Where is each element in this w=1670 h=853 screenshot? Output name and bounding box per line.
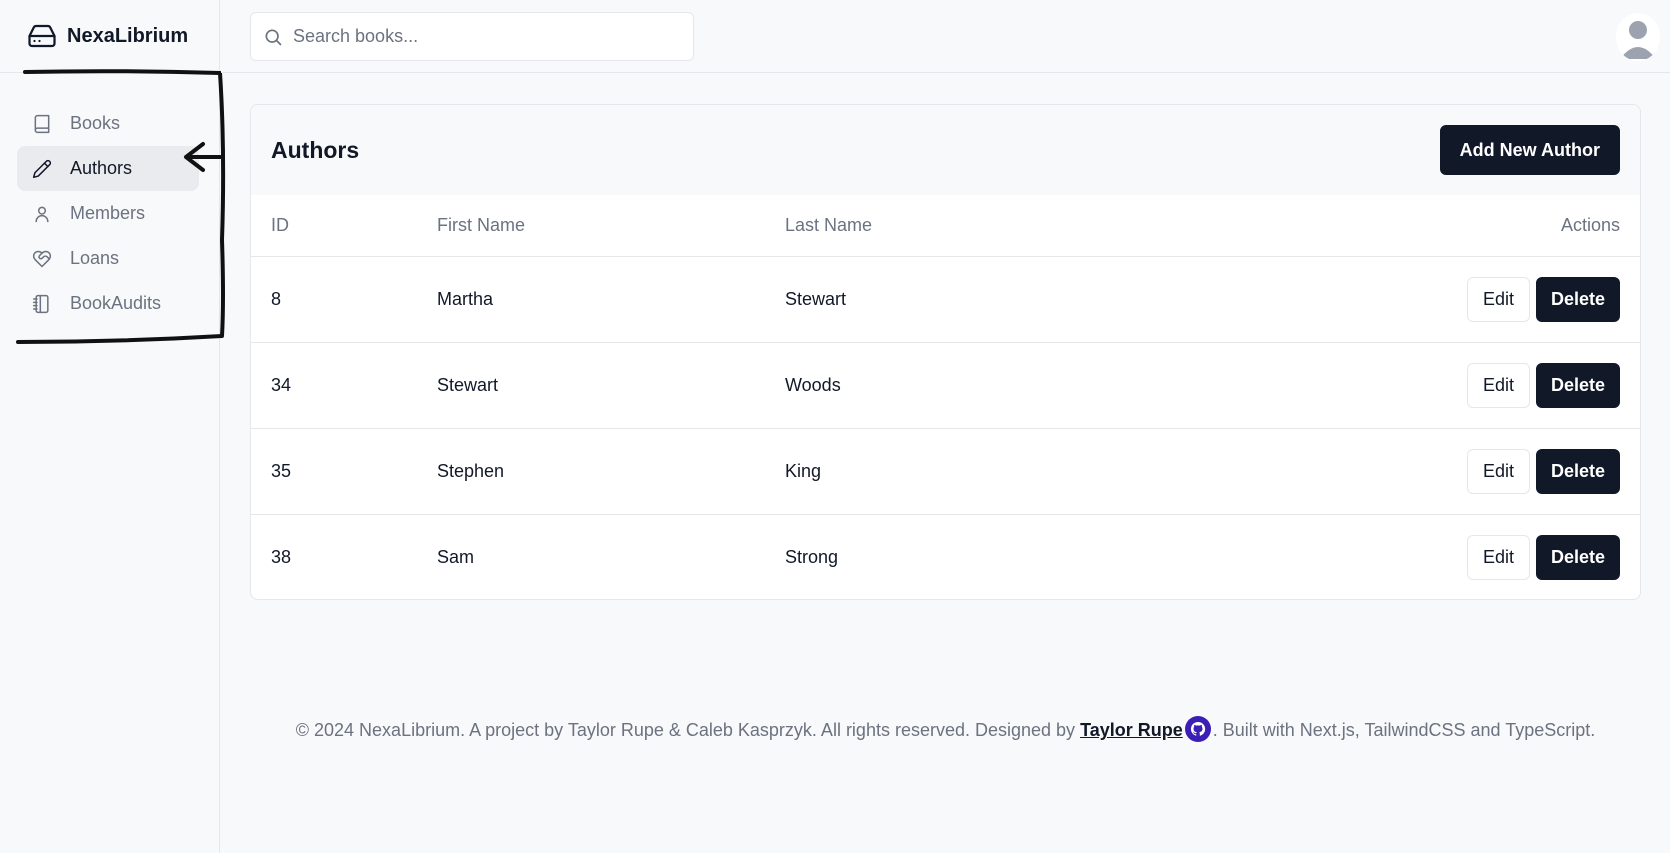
avatar[interactable] — [1616, 13, 1660, 61]
column-header-first-name: First Name — [417, 195, 765, 257]
authors-card: Authors Add New Author ID First Name Las… — [250, 104, 1641, 600]
cell-actions: Edit Delete — [1077, 342, 1640, 429]
sidebar-item-label: BookAudits — [70, 293, 162, 313]
cell-first-name: Sam — [437, 546, 475, 567]
footer: © 2024 NexaLibrium. A project by Taylor … — [221, 716, 1670, 743]
cell-actions: Edit Delete — [1077, 428, 1640, 515]
sidebar-item-label: Loans — [70, 248, 120, 268]
user-avatar-icon — [1620, 21, 1656, 59]
column-header-last-name: Last Name — [765, 195, 1078, 257]
cell-id: 34 — [251, 342, 417, 429]
hard-drive-icon — [28, 24, 56, 48]
sidebar-item-label: Members — [70, 203, 146, 223]
column-header-id: ID — [251, 195, 417, 257]
cell-last-name: Strong — [785, 546, 839, 567]
search-input[interactable] — [293, 26, 673, 47]
designer-link[interactable]: Taylor Rupe — [1080, 720, 1183, 740]
edit-button[interactable]: Edit — [1466, 362, 1530, 408]
sidebar-item-bookaudits[interactable]: BookAudits — [17, 281, 199, 326]
app-root: NexaLibrium Books Authors Members Loans … — [0, 0, 1670, 853]
cell-id: 8 — [251, 256, 417, 343]
sidebar-item-authors[interactable]: Authors — [17, 146, 199, 191]
github-icon[interactable] — [1184, 716, 1211, 743]
search-icon — [265, 29, 282, 45]
edit-button[interactable]: Edit — [1466, 448, 1530, 494]
notebook-icon — [32, 294, 49, 313]
sidebar-item-members[interactable]: Members — [17, 191, 199, 236]
delete-button[interactable]: Delete — [1535, 362, 1620, 408]
cell-actions: Edit Delete — [1077, 514, 1640, 599]
book-icon — [34, 114, 50, 133]
sidebar: NexaLibrium Books Authors Members Loans … — [0, 0, 220, 853]
page-title: Authors — [271, 136, 360, 163]
top-header — [221, 0, 1670, 73]
heart-handshake-icon — [32, 250, 52, 267]
sidebar-nav: Books Authors Members Loans BookAudits — [0, 73, 219, 326]
pencil-icon — [32, 159, 52, 178]
cell-actions: Edit Delete — [1077, 256, 1640, 343]
sidebar-item-loans[interactable]: Loans — [17, 236, 199, 281]
cell-last-name: Woods — [765, 342, 1078, 429]
add-new-author-button[interactable]: Add New Author — [1439, 125, 1620, 175]
cell-last-name: King — [765, 428, 1078, 515]
brand-name: NexaLibrium — [67, 24, 189, 47]
delete-button[interactable]: Delete — [1535, 448, 1620, 494]
edit-button[interactable]: Edit — [1466, 534, 1530, 580]
cell-first-name: Martha — [417, 256, 765, 343]
search-box[interactable] — [250, 12, 694, 61]
edit-button[interactable]: Edit — [1466, 276, 1530, 322]
cell-first-name: Stewart — [417, 342, 765, 429]
footer-suffix: . Built with Next.js, TailwindCSS and Ty… — [1212, 720, 1596, 740]
user-icon — [35, 206, 49, 222]
sidebar-item-label: Books — [70, 113, 121, 133]
footer-prefix: © 2024 NexaLibrium. A project by Taylor … — [295, 720, 1081, 740]
cell-last-name: Stewart — [765, 256, 1078, 343]
table-row: 8 Martha Stewart Edit Delete — [251, 256, 1640, 343]
column-header-actions: Actions — [1077, 195, 1640, 257]
cell-id: 35 — [251, 428, 417, 515]
table-row: 35 Stephen King Edit Delete — [251, 428, 1640, 515]
sidebar-item-books[interactable]: Books — [17, 101, 199, 146]
sidebar-item-label: Authors — [70, 158, 133, 178]
delete-button[interactable]: Delete — [1535, 534, 1620, 580]
card-header: Authors Add New Author — [251, 105, 1640, 195]
authors-table: ID First Name Last Name Actions 8 Martha… — [251, 195, 1640, 599]
cell-first-name: Stephen — [417, 428, 765, 515]
table-row: 38 Sam Strong Edit Delete — [251, 514, 1640, 599]
cell-id: 38 — [271, 546, 292, 567]
delete-button[interactable]: Delete — [1535, 276, 1620, 322]
table-row: 34 Stewart Woods Edit Delete — [251, 342, 1640, 429]
brand[interactable]: NexaLibrium — [0, 0, 219, 73]
table-header-row: ID First Name Last Name Actions — [251, 195, 1640, 257]
